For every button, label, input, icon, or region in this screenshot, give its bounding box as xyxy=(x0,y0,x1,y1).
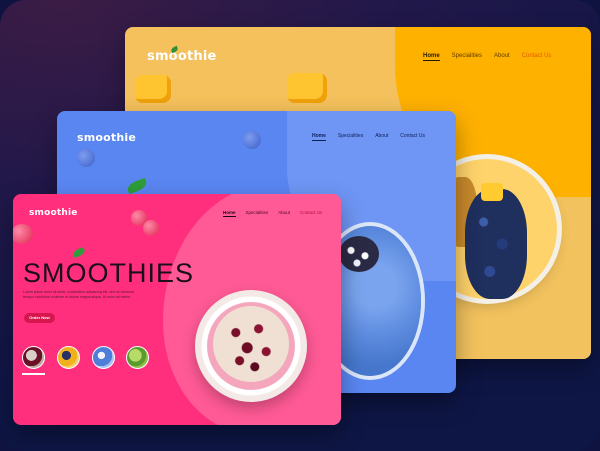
blueberry-image xyxy=(77,149,95,167)
order-now-button[interactable]: Order Now xyxy=(24,313,55,323)
nav-contact[interactable]: Contact Us xyxy=(400,133,425,141)
mango-topping xyxy=(481,183,503,201)
raspberry-image xyxy=(143,220,159,236)
thumbnail-mango[interactable] xyxy=(57,346,80,369)
nav-specialities[interactable]: Specialities xyxy=(246,210,269,217)
blueberry-image xyxy=(243,131,261,149)
nav-home[interactable]: Home xyxy=(223,210,236,217)
oats-cherries-topping xyxy=(213,306,289,382)
mint-leaf-icon xyxy=(72,247,86,258)
nav-specialities[interactable]: Specialities xyxy=(452,53,482,61)
nav-about[interactable]: About xyxy=(375,133,388,141)
raspberry-image xyxy=(13,224,33,244)
active-thumbnail-indicator xyxy=(22,373,45,375)
nav-about[interactable]: About xyxy=(494,53,510,61)
hero-description: Lorem ipsum dolor sit amet, consectetur … xyxy=(23,290,134,299)
top-nav: Home Specialities About Contact Us xyxy=(223,210,322,217)
nav-about[interactable]: About xyxy=(278,210,290,217)
coconut-flakes-topping xyxy=(339,236,379,272)
thumbnail-raspberry[interactable] xyxy=(22,346,45,369)
thumbnail-kiwi[interactable] xyxy=(126,346,149,369)
site-logo[interactable]: smoothie xyxy=(29,208,78,218)
mango-image xyxy=(287,73,327,103)
nav-contact[interactable]: Contact Us xyxy=(522,53,552,61)
top-nav: Home Specialities About Contact Us xyxy=(312,133,425,141)
nav-home[interactable]: Home xyxy=(423,53,440,61)
mango-image xyxy=(135,75,171,103)
nav-specialities[interactable]: Specialities xyxy=(338,133,363,141)
site-logo[interactable]: smoothie xyxy=(147,49,217,64)
showcase-stage: smoothie Home Specialities About Contact… xyxy=(0,0,600,451)
raspberry-smoothie-page: smoothie Home Specialities About Contact… xyxy=(13,194,341,425)
thumbnail-blueberry[interactable] xyxy=(92,346,115,369)
nav-contact[interactable]: Contact Us xyxy=(300,210,322,217)
nav-home[interactable]: Home xyxy=(312,133,326,141)
blueberries-topping xyxy=(465,189,527,299)
site-logo[interactable]: smoothie xyxy=(77,131,136,144)
top-nav: Home Specialities About Contact Us xyxy=(423,53,551,61)
mint-leaf-icon xyxy=(125,177,149,195)
hero-title: SMOOTHIES xyxy=(23,258,195,288)
